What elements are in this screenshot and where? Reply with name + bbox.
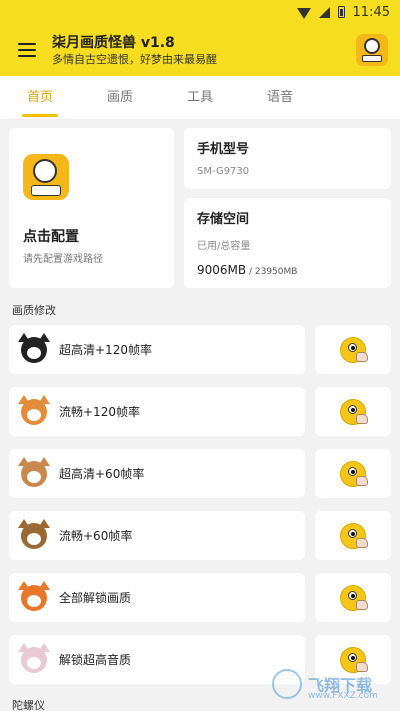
section-title-gyro: 陀螺仪 bbox=[12, 699, 45, 711]
storage-value: 9006MB / 23950MB bbox=[197, 263, 297, 277]
pointing-mascot-icon bbox=[340, 584, 368, 611]
option-row[interactable]: 流畅+60帧率 bbox=[9, 511, 305, 560]
option-row[interactable]: 流畅+120帧率 bbox=[9, 387, 305, 436]
status-bar: 11:45 bbox=[0, 0, 400, 24]
option-row[interactable]: 全部解锁画质 bbox=[9, 573, 305, 622]
fox-icon bbox=[18, 580, 50, 611]
option-label: 超高清+60帧率 bbox=[59, 467, 145, 481]
apply-button[interactable] bbox=[315, 511, 391, 560]
option-row[interactable]: 解锁超高音质 bbox=[9, 635, 305, 684]
storage-card: 存储空间 已用/总容量 9006MB / 23950MB bbox=[184, 198, 391, 288]
phone-model-card: 手机型号 SM-G9730 bbox=[184, 128, 391, 189]
tab-voice[interactable]: 语音 bbox=[240, 76, 320, 120]
config-card[interactable]: 点击配置 请先配置游戏路径 bbox=[9, 128, 174, 288]
tab-quality[interactable]: 画质 bbox=[80, 76, 160, 120]
battery-icon bbox=[337, 6, 345, 18]
section-title-quality: 画质修改 bbox=[12, 304, 56, 317]
config-subtitle: 请先配置游戏路径 bbox=[23, 254, 103, 265]
option-label: 全部解锁画质 bbox=[59, 591, 132, 605]
status-time: 11:45 bbox=[352, 4, 390, 20]
phone-model-value: SM-G9730 bbox=[197, 166, 250, 177]
tuxedo-cat-icon bbox=[18, 332, 50, 363]
storage-title: 存储空间 bbox=[197, 212, 250, 227]
option-label: 流畅+120帧率 bbox=[59, 405, 140, 419]
menu-icon[interactable] bbox=[18, 43, 36, 57]
signal-icon bbox=[318, 6, 330, 18]
apply-button[interactable] bbox=[315, 573, 391, 622]
dog-icon bbox=[18, 518, 50, 549]
watermark: 飞翔下载 www.FXXZ.com bbox=[272, 665, 392, 703]
wifi-icon bbox=[296, 7, 311, 19]
phone-model-title: 手机型号 bbox=[197, 142, 250, 157]
storage-total: / 23950MB bbox=[246, 267, 298, 277]
app-subtitle: 多情自古空遗恨，好梦由来最易醒 bbox=[52, 52, 217, 66]
apply-button[interactable] bbox=[315, 325, 391, 374]
app-title: 柒月画质怪兽 v1.8 bbox=[52, 34, 175, 51]
white-cat-icon bbox=[18, 642, 50, 673]
app-bar: 柒月画质怪兽 v1.8 多情自古空遗恨，好梦由来最易醒 bbox=[0, 24, 400, 76]
storage-label: 已用/总容量 bbox=[197, 241, 251, 252]
app-avatar[interactable] bbox=[356, 34, 388, 66]
tab-home[interactable]: 首页 bbox=[0, 76, 80, 120]
watermark-globe-icon bbox=[272, 669, 302, 699]
option-label: 解锁超高音质 bbox=[59, 653, 132, 667]
option-label: 流畅+60帧率 bbox=[59, 529, 133, 543]
calico-cat-icon bbox=[18, 456, 50, 487]
pointing-mascot-icon bbox=[340, 398, 368, 425]
app-logo-icon bbox=[23, 154, 69, 200]
option-row[interactable]: 超高清+120帧率 bbox=[9, 325, 305, 374]
apply-button[interactable] bbox=[315, 387, 391, 436]
pointing-mascot-icon bbox=[340, 522, 368, 549]
tab-tools[interactable]: 工具 bbox=[160, 76, 240, 120]
tab-bar: 首页 画质 工具 语音 bbox=[0, 76, 400, 120]
option-row[interactable]: 超高清+60帧率 bbox=[9, 449, 305, 498]
option-label: 超高清+120帧率 bbox=[59, 343, 152, 357]
watermark-url: www.FXXZ.com bbox=[308, 691, 378, 701]
storage-used: 9006MB bbox=[197, 263, 247, 277]
orange-cat-icon bbox=[18, 394, 50, 425]
config-title: 点击配置 bbox=[23, 229, 79, 245]
apply-button[interactable] bbox=[315, 449, 391, 498]
pointing-mascot-icon bbox=[340, 336, 368, 363]
pointing-mascot-icon bbox=[340, 460, 368, 487]
